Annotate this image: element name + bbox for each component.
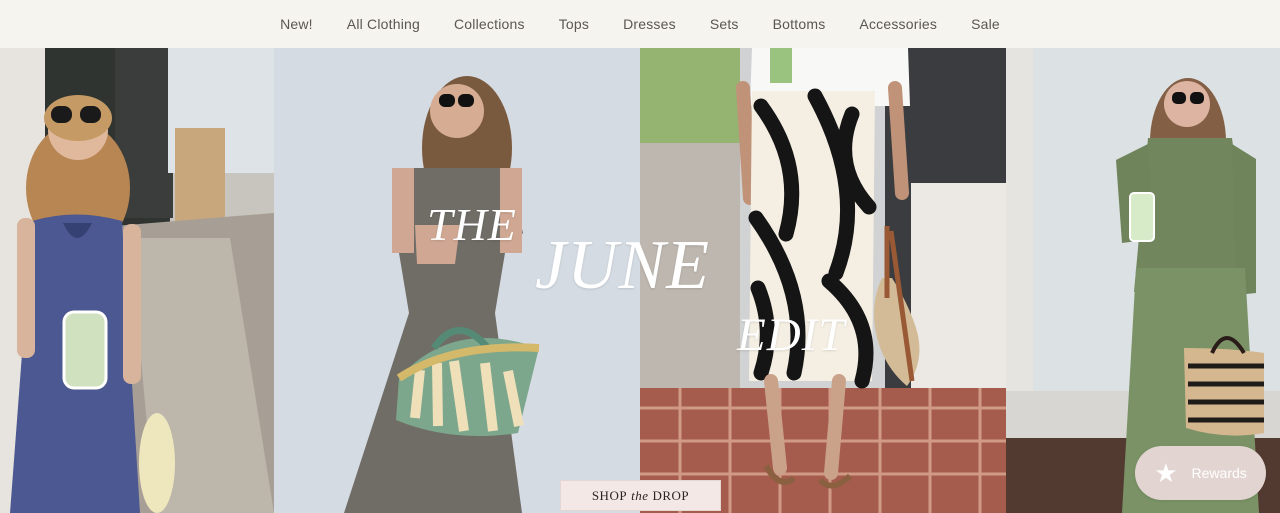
hero-image-green-set <box>1006 48 1280 513</box>
nav-item-sale[interactable]: Sale <box>954 16 1017 32</box>
hero-title-line3: EDIT <box>737 309 846 361</box>
nav-item-tops[interactable]: Tops <box>542 16 606 32</box>
nav-item-accessories[interactable]: Accessories <box>842 16 954 32</box>
rewards-launcher-button[interactable]: ★ Rewards <box>1135 446 1266 500</box>
hero-title-line2: JUNE <box>535 227 711 304</box>
nav-item-dresses[interactable]: Dresses <box>606 16 693 32</box>
shop-the-drop-button[interactable]: SHOP the DROP <box>560 480 721 511</box>
rewards-label: Rewards <box>1191 465 1247 481</box>
main-navigation: New! All Clothing Collections Tops Dress… <box>0 0 1280 49</box>
nav-item-bottoms[interactable]: Bottoms <box>756 16 843 32</box>
hero-banner[interactable]: THE JUNE EDIT SHOP the DROP <box>0 48 1280 513</box>
hero-title-line1: THE <box>427 199 517 250</box>
hero-image-blue-jumpsuit <box>0 48 274 513</box>
shop-button-text-part1: SHOP <box>591 487 628 503</box>
nav-item-collections[interactable]: Collections <box>437 16 542 32</box>
shop-button-text-part2: the <box>631 487 649 503</box>
nav-item-sets[interactable]: Sets <box>693 16 756 32</box>
shop-button-text-part3: DROP <box>652 487 690 503</box>
nav-item-new[interactable]: New! <box>263 16 330 32</box>
star-icon: ★ <box>1154 458 1178 488</box>
nav-item-all-clothing[interactable]: All Clothing <box>330 16 437 32</box>
